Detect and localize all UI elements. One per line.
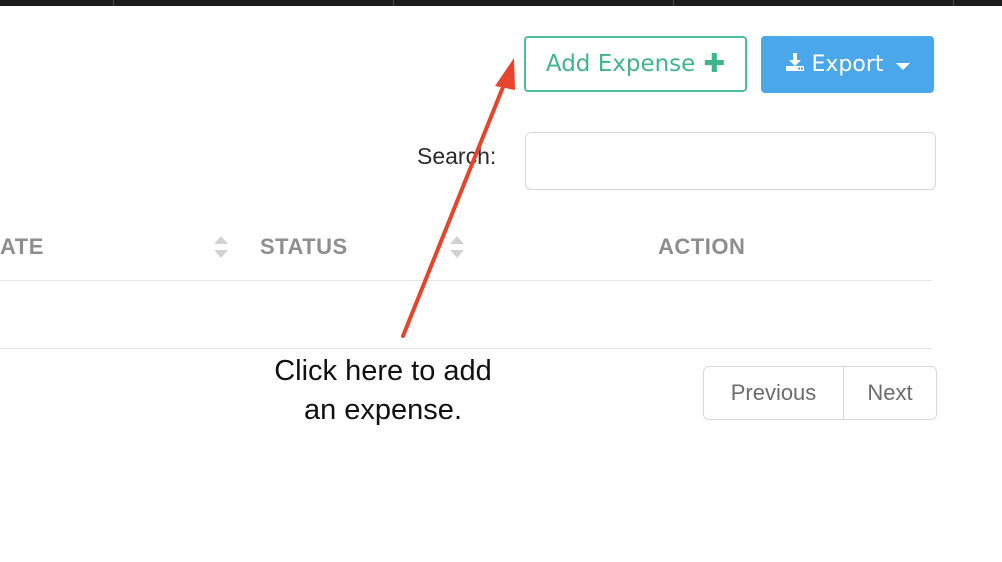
column-header-action: ACTION bbox=[658, 234, 746, 259]
column-header-date[interactable]: ATE bbox=[0, 234, 44, 260]
download-icon bbox=[785, 52, 805, 78]
annotation-line-2: an expense. bbox=[303, 394, 462, 426]
annotation-line-1: Click here to add bbox=[274, 355, 492, 387]
next-page-button[interactable]: Next bbox=[844, 367, 936, 419]
search-label: Search: bbox=[417, 143, 497, 169]
export-button[interactable]: Export bbox=[761, 36, 934, 93]
caret-down-icon bbox=[895, 62, 910, 70]
pagination: Previous Next bbox=[703, 366, 937, 420]
add-expense-label: Add Expense bbox=[545, 51, 696, 77]
previous-page-button[interactable]: Previous bbox=[704, 367, 844, 419]
top-bar-divider bbox=[113, 0, 114, 6]
search-input[interactable] bbox=[525, 132, 936, 190]
table-header-divider bbox=[0, 280, 932, 281]
top-bar-divider bbox=[953, 0, 954, 6]
column-header-status[interactable]: STATUS bbox=[260, 234, 348, 260]
plus-icon: ✚ bbox=[703, 49, 726, 79]
export-label: Export bbox=[811, 52, 884, 77]
annotation-callout: Click here to add an expense. bbox=[243, 352, 523, 430]
top-bar-divider bbox=[673, 0, 674, 6]
table-bottom-divider bbox=[0, 348, 932, 349]
sort-icon[interactable] bbox=[214, 236, 228, 258]
add-expense-button[interactable]: Add Expense ✚ bbox=[524, 36, 747, 92]
window-top-bar bbox=[0, 0, 1002, 6]
top-bar-divider bbox=[393, 0, 394, 6]
sort-icon[interactable] bbox=[450, 236, 464, 258]
